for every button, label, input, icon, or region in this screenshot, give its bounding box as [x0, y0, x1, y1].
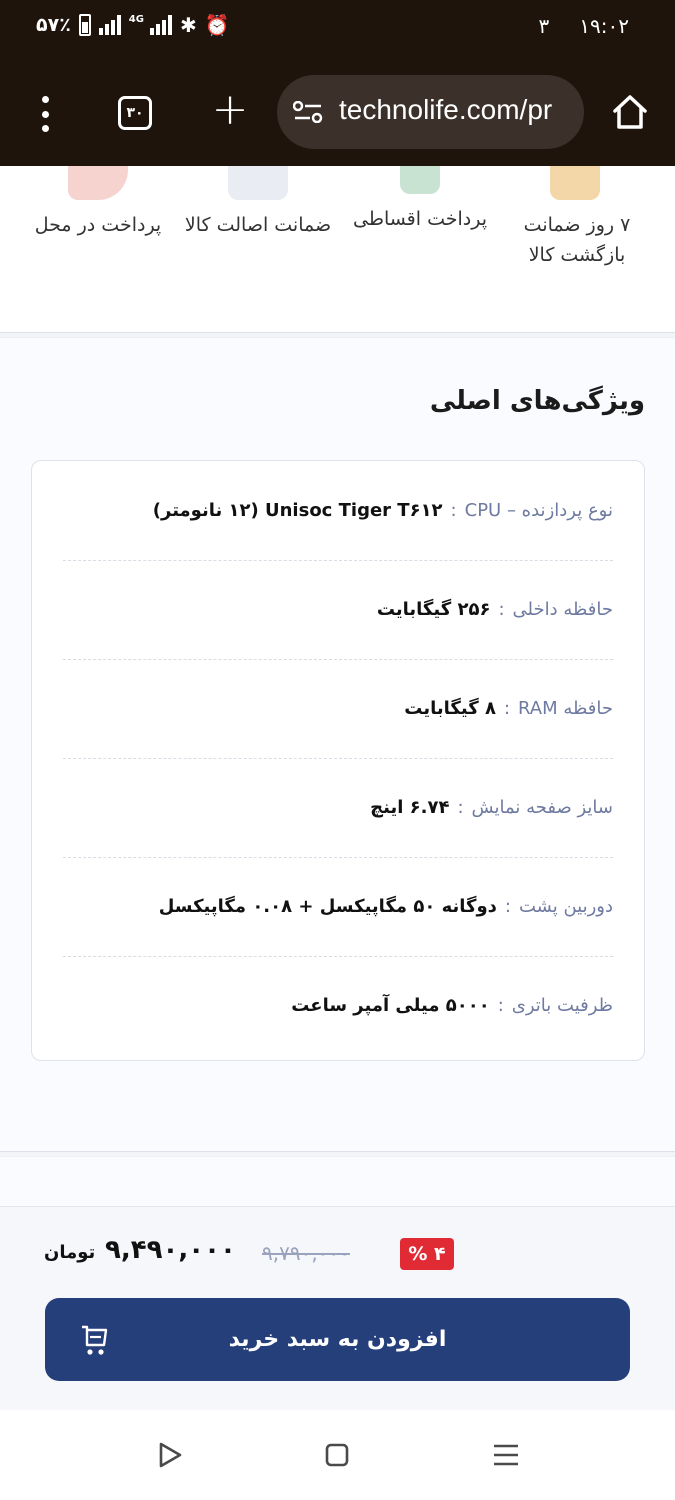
spec-label: ظرفیت باتری [511, 995, 613, 1016]
feature-return-guarantee[interactable]: ۷ روز ضمانت بازگشت کالا [522, 166, 632, 270]
feature-label: ۷ روز ضمانت [523, 214, 631, 236]
spec-separator: : [497, 995, 504, 1016]
feature-installment[interactable]: پرداخت اقساطی [350, 166, 490, 234]
spec-row-screen-size: سایز صفحه نمایش : ۶.۷۴ اینچ [63, 758, 613, 857]
status-time-area: ۳ ۱۹:۰۲ [539, 14, 629, 38]
pay-on-delivery-icon [68, 166, 128, 200]
spec-label: نوع پردازنده – CPU [464, 500, 613, 521]
recent-apps-icon[interactable] [490, 1440, 522, 1470]
add-to-cart-label[interactable]: افزودن به سبد خرید [229, 1327, 447, 1352]
url-text[interactable]: technolife.com/pr [339, 94, 569, 126]
status-bar: ۵۷٪ 4G ✱ ⏰ ۳ ۱۹:۰۲ [0, 0, 675, 60]
purchase-bar: ۴ % ۹,۷۹۰,۰۰۰ ۹,۴۹۰,۰۰۰ تومان افزودن به … [0, 1206, 675, 1410]
wifi-signal-icon [98, 15, 121, 35]
specs-title: ویژگی‌های اصلی [429, 386, 645, 416]
installment-icon [400, 166, 440, 194]
spec-separator: : [457, 797, 464, 818]
feature-authenticity[interactable]: ضمانت اصالت کالا [183, 166, 333, 240]
tab-switcher-button[interactable]: ۳۰ [118, 96, 152, 130]
shopping-cart-icon [82, 1325, 108, 1355]
alarm-icon: ⏰ [204, 13, 230, 37]
home-icon[interactable] [610, 92, 650, 132]
feature-pay-on-delivery[interactable]: پرداخت در محل [32, 166, 164, 240]
add-to-cart-button[interactable]: افزودن به سبد خرید [45, 1298, 630, 1381]
network-type: 4G [128, 14, 144, 25]
address-bar[interactable]: technolife.com/pr [277, 75, 584, 149]
spec-label: حافظه RAM [518, 698, 613, 719]
clock: ۱۹:۰۲ [579, 14, 629, 38]
feature-label-line2: بازگشت کالا [528, 244, 626, 266]
feature-label: پرداخت اقساطی [352, 208, 487, 230]
spec-label: دوربین پشت [518, 896, 613, 917]
notification-count: ۳ [538, 14, 550, 38]
spec-value: ۲۵۶ گیگابایت [376, 599, 491, 620]
spec-separator: : [503, 698, 511, 719]
section-divider [0, 332, 675, 338]
battery-percent: ۵۷٪ [36, 14, 71, 36]
browser-chrome: ۵۷٪ 4G ✱ ⏰ ۳ ۱۹:۰۲ ۳۰ + technolife.com/p… [0, 0, 675, 166]
authenticity-badge-icon [228, 166, 288, 200]
feature-label: ضمانت اصالت کالا [184, 214, 332, 236]
section-divider [0, 1151, 675, 1157]
spec-separator: : [498, 599, 505, 620]
feature-label: پرداخت در محل [34, 214, 162, 236]
features-strip: ۷ روز ضمانت بازگشت کالا پرداخت اقساطی ضم… [0, 166, 675, 332]
spec-value: ۶.۷۴ اینچ [370, 797, 450, 818]
new-tab-button[interactable]: + [210, 88, 250, 134]
spec-value: ۸ گیگابایت [404, 698, 496, 719]
browser-toolbar: ۳۰ + technolife.com/pr [0, 74, 675, 152]
spec-value: ۵۰۰۰ میلی آمپر ساعت [291, 995, 490, 1016]
spec-row-cpu: نوع پردازنده – CPU : Unisoc Tiger T۶۱۲ (… [63, 461, 613, 560]
status-indicators: ۵۷٪ 4G ✱ ⏰ [36, 14, 230, 36]
spec-value: دوگانه ۵۰ مگاپیکسل + ۰.۰۸ مگاپیکسل [158, 896, 497, 917]
discount-badge: ۴ % [400, 1238, 454, 1270]
more-options-icon[interactable] [30, 96, 60, 132]
spec-label: سایز صفحه نمایش [471, 797, 613, 818]
currency-label: تومان [44, 1242, 96, 1263]
page-content: ۷ روز ضمانت بازگشت کالا پرداخت اقساطی ضم… [0, 166, 675, 1410]
spec-row-battery: ظرفیت باتری : ۵۰۰۰ میلی آمپر ساعت [63, 956, 613, 1055]
spec-value: Unisoc Tiger T۶۱۲ (۱۲ نانومتر) [152, 500, 443, 521]
return-box-icon [550, 166, 600, 200]
system-navigation-bar [0, 1410, 675, 1500]
spec-row-rear-camera: دوربین پشت : دوگانه ۵۰ مگاپیکسل + ۰.۰۸ م… [63, 857, 613, 956]
home-square-icon[interactable] [322, 1440, 352, 1470]
battery-icon [78, 14, 91, 36]
spec-separator: : [450, 500, 457, 521]
spec-row-storage: حافظه داخلی : ۲۵۶ گیگابایت [63, 560, 613, 659]
site-settings-icon[interactable] [293, 101, 323, 123]
spec-row-ram: حافظه RAM : ۸ گیگابایت [63, 659, 613, 758]
back-triangle-icon[interactable] [155, 1440, 185, 1470]
current-price: ۹,۴۹۰,۰۰۰ [105, 1235, 236, 1265]
spec-label: حافظه داخلی [512, 599, 613, 620]
bluetooth-icon: ✱ [179, 13, 197, 37]
cell-signal-icon [149, 15, 172, 35]
specs-card: نوع پردازنده – CPU : Unisoc Tiger T۶۱۲ (… [31, 460, 645, 1061]
spec-separator: : [504, 896, 511, 917]
old-price: ۹,۷۹۰,۰۰۰ [262, 1241, 350, 1265]
